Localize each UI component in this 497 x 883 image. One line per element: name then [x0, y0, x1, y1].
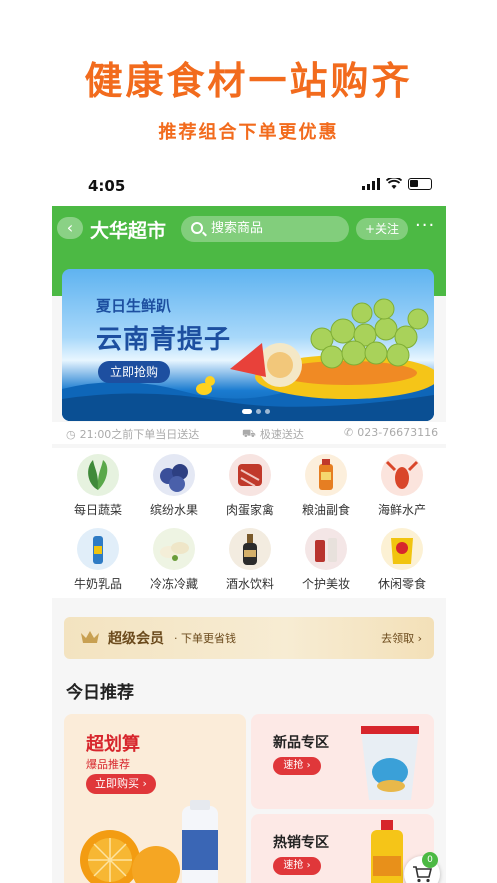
follow-button[interactable]: +关注	[356, 218, 408, 240]
back-button[interactable]: ‹	[57, 217, 83, 239]
service-info: ◷ 21:00之前下单当日送达 ⛟ 极速送达 ✆ 023-76673116	[52, 422, 446, 444]
chevron-left-icon: ‹	[66, 218, 74, 237]
status-bar: 4:05	[52, 168, 446, 206]
category-label: 牛奶乳品	[73, 577, 122, 591]
new-products-title: 新品专区	[273, 735, 329, 751]
category-frozen[interactable]: 冷冻冷藏	[136, 528, 212, 592]
category-seafood[interactable]: 海鲜水产	[364, 454, 440, 518]
crown-icon	[81, 631, 99, 643]
search-placeholder: 搜索商品	[211, 221, 264, 236]
category-label: 冷冻冷藏	[149, 577, 198, 591]
signal-icon	[362, 178, 380, 190]
vip-claim-link[interactable]: 去领取 ›	[381, 630, 422, 646]
category-fruits[interactable]: 缤纷水果	[136, 454, 212, 518]
category-beauty[interactable]: 个护美妆	[288, 528, 364, 592]
category-grain-oil[interactable]: 粮油副食	[288, 454, 364, 518]
category-vegetables[interactable]: 每日蔬菜	[60, 454, 136, 518]
banner-kicker: 夏日生鲜趴	[96, 297, 172, 315]
crayfish-icon	[381, 454, 423, 496]
category-dairy[interactable]: 牛奶乳品	[60, 528, 136, 592]
cart-count-badge: 0	[422, 852, 438, 868]
vegetable-icon	[77, 454, 119, 496]
store-name: 大华超市	[90, 220, 167, 242]
category-label: 酒水饮料	[225, 577, 274, 591]
category-label: 个护美妆	[301, 577, 350, 591]
category-label: 缤纷水果	[149, 503, 198, 517]
vip-banner[interactable]: 超级会员 · 下单更省钱 去领取 ›	[64, 617, 434, 659]
new-products-button[interactable]: 速抢 ›	[273, 757, 321, 775]
category-label: 休闲零食	[377, 577, 426, 591]
banner-title: 云南青提子	[96, 325, 232, 355]
blueberry-icon	[153, 454, 195, 496]
category-label: 海鲜水产	[377, 503, 426, 517]
carousel-dots[interactable]	[242, 409, 270, 414]
category-label: 每日蔬菜	[73, 503, 122, 517]
category-label: 粮油副食	[301, 503, 350, 517]
oil-icon	[305, 454, 347, 496]
store-phone-text: 023-76673116	[357, 426, 439, 439]
promo-banner[interactable]: 夏日生鲜趴 云南青提子 立即抢购	[62, 269, 434, 421]
deal-card-subtitle: 爆品推荐	[86, 758, 130, 771]
truck-icon: ⛟	[242, 426, 256, 440]
cart-button[interactable]: 0	[404, 852, 440, 883]
category-drinks[interactable]: 酒水饮料	[212, 528, 288, 592]
category-grid: 每日蔬菜 缤纷水果 肉蛋家禽 粮油副食 海鲜水产 牛奶乳品 冷冻冷藏 酒水饮料 …	[52, 448, 446, 598]
milk-icon	[77, 528, 119, 570]
delivery-hours: ◷ 21:00之前下单当日送达	[66, 426, 199, 442]
new-products-card[interactable]: 新品专区 速抢 ›	[251, 714, 434, 809]
wine-icon	[229, 528, 271, 570]
fast-delivery-text: 极速送达	[259, 428, 304, 441]
vip-subtitle: · 下单更省钱	[174, 632, 236, 645]
noodle-cup-image	[361, 726, 419, 800]
delivery-hours-text: 21:00之前下单当日送达	[79, 428, 200, 441]
search-icon	[191, 222, 203, 234]
deal-card[interactable]: 超划算 爆品推荐 立即购买 ›	[64, 714, 246, 883]
category-snacks[interactable]: 休闲零食	[364, 528, 440, 592]
phone-screen: 4:05 ‹ 大华超市 搜索商品 +关注 ··· 夏日生鲜趴 云南青提子 立即抢…	[52, 168, 446, 883]
category-meat[interactable]: 肉蛋家禽	[212, 454, 288, 518]
deal-card-title: 超划算	[86, 734, 140, 755]
phone-icon: ✆	[344, 426, 354, 439]
clock-icon: ◷	[66, 427, 76, 441]
more-icon[interactable]: ···	[415, 215, 435, 236]
store-phone[interactable]: ✆ 023-76673116	[344, 426, 438, 439]
dumpling-icon	[153, 528, 195, 570]
vip-title: 超级会员	[108, 631, 164, 647]
buy-now-card-button[interactable]: 立即购买 ›	[86, 774, 156, 794]
hot-sale-button[interactable]: 速抢 ›	[273, 857, 321, 875]
status-time: 4:05	[88, 177, 126, 195]
status-icons	[362, 178, 432, 190]
hot-sale-title: 热销专区	[273, 835, 329, 851]
snack-icon	[381, 528, 423, 570]
section-title: 今日推荐	[66, 683, 134, 703]
orange-yogurt-image	[80, 800, 218, 883]
meat-icon	[229, 454, 271, 496]
battery-icon	[408, 178, 432, 190]
promo-subline: 推荐组合下单更优惠	[158, 122, 339, 143]
promo-headline: 健康食材一站购齐	[84, 59, 413, 103]
category-label: 肉蛋家禽	[225, 503, 274, 517]
fast-delivery: ⛟ 极速送达	[242, 426, 304, 442]
cosmetics-icon	[305, 528, 347, 570]
wifi-icon	[386, 178, 402, 189]
buy-now-button[interactable]: 立即抢购	[98, 361, 170, 383]
search-input[interactable]: 搜索商品	[181, 216, 349, 242]
